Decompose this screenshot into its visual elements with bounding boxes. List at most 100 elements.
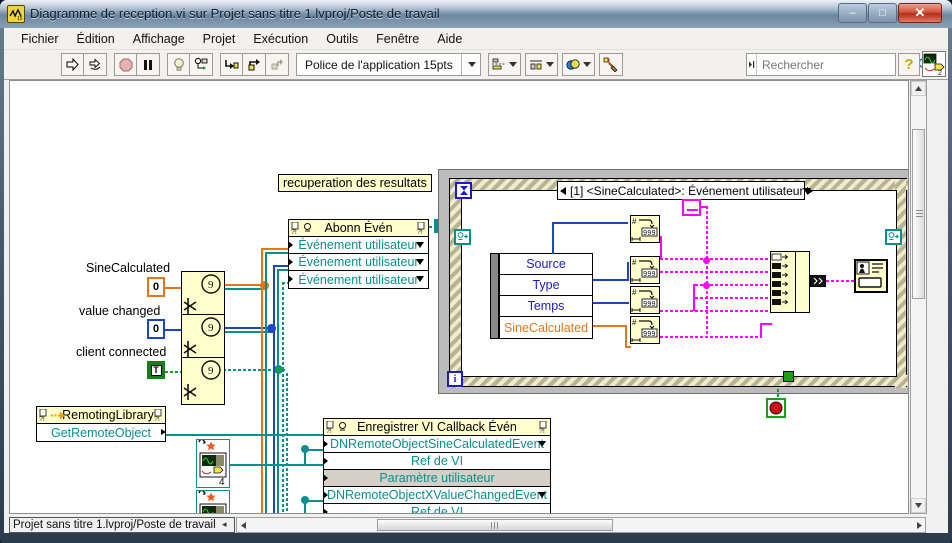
callback-row-sinecalculated-event[interactable]: DNRemoteObjectSineCalculatedEvent <box>323 436 550 453</box>
hourglass-timeout-icon[interactable] <box>455 182 472 199</box>
align-objects-button[interactable] <box>487 53 521 76</box>
event-data-row-source: Source <box>500 254 592 275</box>
next-case-icon[interactable] <box>807 186 813 195</box>
constant-value-changed[interactable]: 0 <box>147 319 165 339</box>
block-diagram-canvas[interactable]: recuperation des resultats SineCalculate… <box>9 80 909 514</box>
register-events-row-2[interactable]: Événement utilisateur <box>288 254 428 271</box>
chevron-down-icon[interactable] <box>538 441 546 447</box>
wire-blue-vert <box>273 265 275 328</box>
constant-client-connected[interactable]: T <box>147 361 165 379</box>
event-data-node-bar <box>490 253 499 339</box>
step-out-button[interactable] <box>266 53 289 76</box>
create-user-event-node-2[interactable]: 9 <box>181 314 225 362</box>
svg-text:#: # <box>632 288 637 297</box>
wire-magenta-elbow-1 <box>693 284 695 311</box>
horizontal-scrollbar[interactable] <box>236 517 926 533</box>
abort-button[interactable] <box>114 53 137 76</box>
scroll-left-arrow-icon[interactable] <box>237 518 249 532</box>
svg-text:999: 999 <box>643 331 656 339</box>
reorder-button[interactable] <box>561 53 595 76</box>
remoting-library-row-getremoteobject[interactable]: GetRemoteObject <box>37 424 166 441</box>
number-to-decimal-string-node-1[interactable]: # 999 <box>630 215 660 243</box>
status-bar-caret-icon[interactable]: ◂ <box>222 519 227 530</box>
number-to-decimal-string-node-4[interactable]: # 999 <box>630 316 660 344</box>
input-arrow-icon <box>323 491 328 499</box>
register-events-row-3[interactable]: Événement utilisateur <box>288 271 428 288</box>
run-continuously-button[interactable] <box>84 53 107 76</box>
highlight-execution-bulb-button[interactable] <box>167 53 190 76</box>
close-button[interactable]: ✕ <box>898 3 942 23</box>
scroll-down-arrow-icon[interactable] <box>911 498 926 513</box>
register-events-row-1[interactable]: Événement utilisateur <box>288 237 428 254</box>
run-button[interactable] <box>61 53 84 76</box>
stop-button-terminal[interactable] <box>766 398 786 418</box>
font-selector[interactable]: Police de l'application 15pts <box>296 53 481 76</box>
menu-item-aide[interactable]: Aide <box>428 30 471 48</box>
menu-item-fichier[interactable]: Fichier <box>12 30 68 48</box>
menu-item-outils[interactable]: Outils <box>317 30 367 48</box>
number-to-decimal-string-node-2[interactable]: # 999 <box>630 256 660 284</box>
minimize-button[interactable]: – <box>838 3 867 23</box>
remoting-library-row-label: GetRemoteObject <box>50 425 152 440</box>
register-events-row-3-label: Événement utilisateur <box>298 272 419 287</box>
maximize-button[interactable]: □ <box>868 3 897 23</box>
wire-magenta-1h <box>660 258 770 260</box>
help-button[interactable]: ? <box>898 53 920 76</box>
concatenate-strings-node[interactable] <box>770 251 796 313</box>
horizontal-scrollbar-thumb[interactable] <box>377 519 613 531</box>
scrollbar-grip-icon <box>916 210 923 219</box>
chevron-down-icon[interactable] <box>416 242 424 248</box>
menu-item-affichage[interactable]: Affichage <box>124 30 194 48</box>
previous-case-icon[interactable] <box>560 186 566 195</box>
input-arrow-icon <box>323 474 328 482</box>
font-chevron-down-icon[interactable] <box>460 54 476 75</box>
wire-magenta-elbow-2 <box>760 323 772 325</box>
callback-row-ref-de-vi-1[interactable]: Ref de VI <box>323 453 550 470</box>
create-user-event-node-1[interactable]: 9 <box>181 271 225 319</box>
pause-button[interactable] <box>137 53 160 76</box>
labview-vi-icon: 15 <box>7 5 25 23</box>
event-structure[interactable]: [1] <SineCalculated>: Événement utilisat… <box>438 169 908 394</box>
string-indicator-node[interactable] <box>854 259 888 293</box>
static-vi-reference-node-4[interactable]: 4 <box>196 438 230 488</box>
create-user-event-node-3[interactable]: 9 <box>181 357 225 405</box>
chevron-down-icon[interactable] <box>416 276 424 282</box>
distribute-objects-button[interactable] <box>524 53 558 76</box>
chevron-down-icon[interactable] <box>416 259 424 265</box>
wire-magenta-2h <box>660 271 770 273</box>
constant-sine-calculated[interactable]: 0 <box>147 277 165 297</box>
callback-row-xvaluechanged-event[interactable]: DNRemoteObjectXValueChangedEvent <box>323 487 550 504</box>
menu-item-fenetre[interactable]: Fenêtre <box>367 30 428 48</box>
event-data-node[interactable]: Source Type Temps SineCalculated <box>499 253 593 339</box>
scroll-right-arrow-icon[interactable] <box>913 518 925 532</box>
step-over-button[interactable] <box>243 53 266 76</box>
event-data-row-temps: Temps <box>500 296 592 317</box>
info-i-icon[interactable]: i <box>447 371 463 387</box>
empty-string-constant[interactable] <box>682 199 701 216</box>
chevron-down-icon[interactable] <box>538 492 546 498</box>
retain-wire-values-button[interactable] <box>190 53 213 76</box>
vertical-scrollbar-thumb[interactable] <box>912 129 925 299</box>
vi-connector-pane-icon[interactable]: 2 <box>922 51 946 77</box>
svg-text:?!: ?! <box>291 229 297 235</box>
static-vi-reference-node-5[interactable]: 5 <box>196 489 230 513</box>
svg-text:?!: ?! <box>539 428 545 434</box>
clean-up-diagram-button[interactable] <box>598 53 623 76</box>
register-events-node[interactable]: ?! Abonn Évén ?! Événement utilisateur É… <box>288 219 429 289</box>
scroll-up-arrow-icon[interactable] <box>911 81 926 96</box>
search-box[interactable] <box>746 53 931 76</box>
callback-row-ref-de-vi-2[interactable]: Ref de VI <box>323 504 550 513</box>
number-to-decimal-string-node-3[interactable]: # 999 <box>630 286 660 314</box>
menu-item-execution[interactable]: Exécution <box>244 30 317 48</box>
search-input[interactable] <box>757 57 917 72</box>
menu-item-edition[interactable]: Édition <box>68 30 124 48</box>
remoting-library-node[interactable]: ?! RemotingLibrary ?! GetRemoteObject <box>36 406 166 442</box>
event-case-selector[interactable]: [1] <SineCalculated>: Événement utilisat… <box>557 181 813 200</box>
register-vi-callback-node[interactable]: ?! Enregistrer VI Callback Évén ?! DNRem… <box>323 418 551 513</box>
step-into-button[interactable] <box>220 53 243 76</box>
menu-item-projet[interactable]: Projet <box>194 30 245 48</box>
svg-text:?!: ?! <box>154 416 160 422</box>
search-scope-icon[interactable] <box>747 54 757 75</box>
vertical-scrollbar[interactable] <box>910 80 927 514</box>
callback-row-parametre-1[interactable]: Paramètre utilisateur <box>323 470 550 487</box>
